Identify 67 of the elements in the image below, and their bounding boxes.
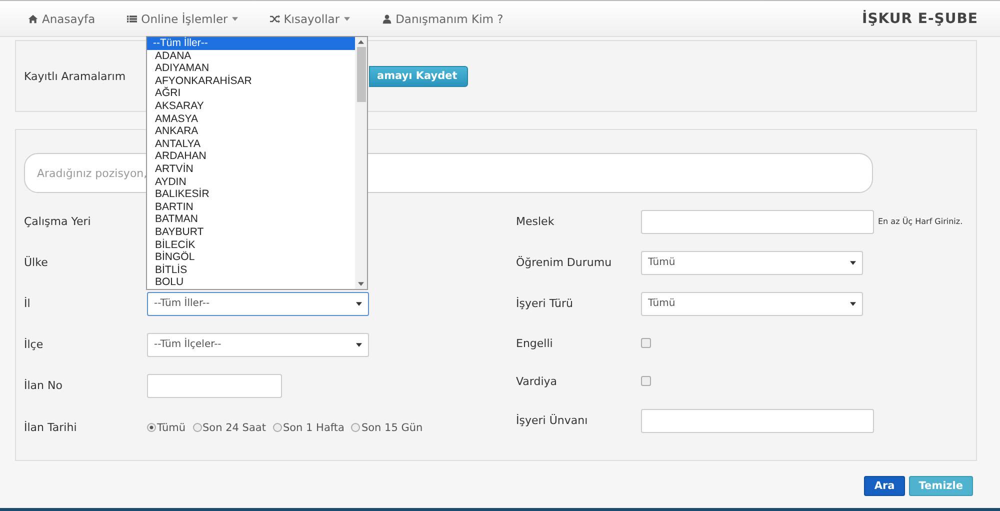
field-label: İlan No	[24, 379, 64, 392]
field-label: İl	[24, 297, 32, 310]
user-icon	[382, 14, 392, 24]
radio-option[interactable]: Son 24 Saat	[192, 422, 266, 434]
nav-link[interactable]: Kısayollar	[270, 12, 350, 26]
select-value: --Tüm İller--	[154, 298, 210, 309]
dropdown-option[interactable]: BATMAN	[147, 213, 355, 226]
select-value: --Tüm İlçeler--	[154, 339, 222, 350]
dropdown-option[interactable]: BİTLİS	[147, 264, 355, 276]
field-label: İşyeri Türü	[516, 297, 574, 310]
field-label: Vardiya	[516, 374, 558, 388]
select-value: Tümü	[648, 257, 676, 268]
scroll-down-icon[interactable]	[358, 282, 364, 286]
dropdown-option[interactable]: AYDIN	[147, 176, 355, 188]
field-label: Öğrenim Durumu	[516, 256, 613, 269]
select-field[interactable]: Tümü	[641, 250, 863, 274]
dropdown-option[interactable]: ANKARA	[147, 125, 355, 138]
field-label: Meslek	[516, 215, 556, 228]
dropdown-option[interactable]: ARDAHAN	[147, 150, 355, 163]
shuffle-icon	[270, 14, 280, 24]
caret-icon	[850, 302, 856, 306]
dropdown-option[interactable]: ANTALYA	[147, 138, 355, 150]
dropdown-option[interactable]: BİNGÖL	[147, 251, 355, 264]
nav-link[interactable]: Danışmanım Kim ?	[382, 12, 504, 26]
field-label: İlan Tarihi	[24, 421, 78, 434]
dropdown-option[interactable]: ADANA	[147, 50, 355, 62]
dropdown-option[interactable]: AĞRI	[147, 87, 355, 100]
field-label: İşyeri Ünvanı	[516, 414, 589, 427]
dropdown-option[interactable]: AFYONKARAHİSAR	[147, 74, 355, 88]
hint-text: En az Üç Harf Giriniz.	[878, 217, 963, 226]
caret-icon	[356, 302, 362, 306]
dropdown-option[interactable]: AMASYA	[147, 112, 355, 126]
checkbox[interactable]	[641, 338, 651, 348]
field-label: Çalışma Yeri	[24, 215, 92, 228]
field-label: Engelli	[516, 336, 554, 350]
select-value: Tümü	[648, 298, 676, 309]
caret-icon	[356, 342, 362, 346]
select-field[interactable]: --Tüm İlçeler--	[147, 332, 369, 356]
scroll-up-icon[interactable]	[358, 40, 364, 44]
radio-option[interactable]: Son 1 Hafta	[272, 422, 344, 434]
nav-link[interactable]: Anasayfa	[28, 12, 96, 26]
dropdown-option[interactable]: ADIYAMAN	[147, 62, 355, 75]
home-icon	[28, 14, 38, 24]
dropdown-option[interactable]: BİLECİK	[147, 238, 355, 252]
dropdown-option[interactable]: BAYBURT	[147, 226, 355, 238]
input-field[interactable]	[641, 408, 874, 432]
nav-link[interactable]: Online İşlemler	[127, 12, 238, 26]
select-field[interactable]: --Tüm İller--	[147, 292, 369, 316]
site-title: İŞKUR E-ŞUBE	[862, 10, 978, 26]
radio-option[interactable]: Son 15 Gün	[351, 422, 423, 434]
input-field[interactable]	[641, 210, 874, 234]
field-label: İlçe	[24, 338, 44, 351]
dropdown-option[interactable]: BARTIN	[147, 200, 355, 214]
checkbox[interactable]	[641, 376, 651, 386]
radio-option[interactable]: Tümü	[147, 422, 186, 434]
scrollbar-thumb[interactable]	[356, 47, 366, 102]
dropdown-option[interactable]: BOLU	[147, 276, 355, 289]
action-button[interactable]: Ara	[864, 476, 905, 496]
input-field[interactable]	[147, 374, 282, 398]
field-label: Ülke	[24, 256, 49, 269]
select-field[interactable]: Tümü	[641, 292, 863, 316]
dropdown-option[interactable]: ARTVİN	[147, 162, 355, 176]
saved-searches-label: Kayıtlı Aramalarım	[24, 70, 127, 82]
dropdown-option[interactable]: --Tüm İller--	[147, 37, 355, 50]
caret-icon	[850, 260, 856, 264]
list-icon	[127, 14, 138, 24]
dropdown-option[interactable]: AKSARAY	[147, 100, 355, 113]
